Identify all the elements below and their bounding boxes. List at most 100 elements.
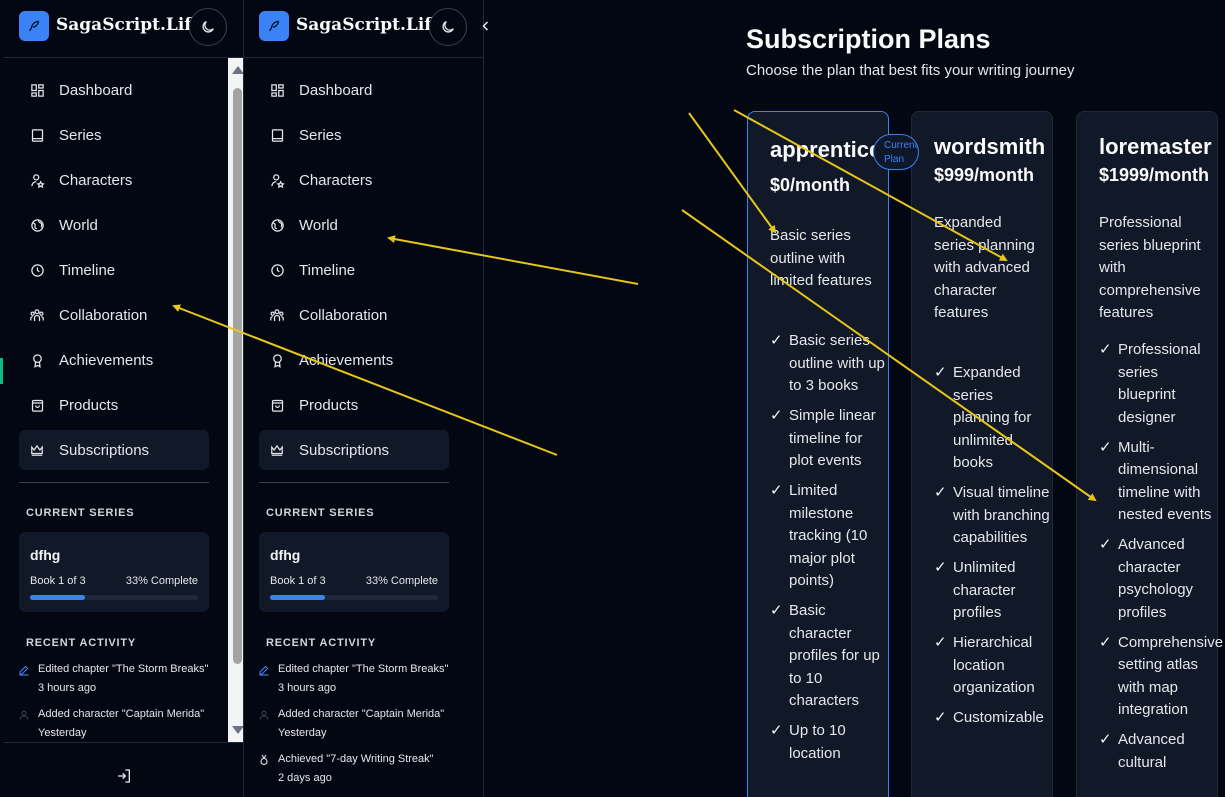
series-name: dfhg [30, 547, 61, 563]
sidebar-footer [4, 742, 243, 797]
check-icon: ✓ [934, 709, 947, 726]
sidebar-scrollbar[interactable] [228, 58, 243, 742]
current-series-heading: CURRENT SERIES [26, 507, 135, 519]
sidebar-item-characters[interactable]: Characters [19, 160, 209, 200]
recent-activity-heading: RECENT ACTIVITY [266, 637, 376, 649]
plan-feature: ✓ Advanced character psychology profiles [1099, 534, 1217, 624]
feather-icon [28, 20, 40, 32]
moon-icon [202, 21, 214, 33]
scrollbar-thumb[interactable] [233, 88, 242, 664]
sidebar-item-achievements[interactable]: Achievements [19, 340, 209, 380]
activity-text: Edited chapter "The Storm Breaks" [278, 663, 449, 675]
sidebar-item-series[interactable]: Series [259, 115, 449, 155]
sidebar-item-label: Collaboration [59, 306, 148, 324]
check-icon: ✓ [934, 364, 947, 381]
plan-feature-text: Simple linear timeline for plot events [789, 407, 876, 469]
check-icon: ✓ [1099, 438, 1112, 456]
plan-description: Basic series outline with limited featur… [770, 227, 872, 289]
shopping-bag-icon [29, 397, 45, 413]
current-series-card[interactable]: dfhg Book 1 of 3 33% Complete [259, 532, 449, 612]
check-icon: ✓ [770, 722, 783, 739]
activity-text: Edited chapter "The Storm Breaks" [38, 663, 209, 675]
activity-text: Added character "Captain Merida" [278, 708, 445, 720]
series-name: dfhg [270, 547, 301, 563]
check-icon: ✓ [770, 482, 783, 499]
plan-feature: ✓ Basic character profiles for up to 10 c… [770, 600, 888, 713]
plan-features: ✓ Professional series blueprint designer … [1099, 339, 1223, 782]
plan-price: $999/month [934, 165, 1035, 185]
series-progress-fill [270, 595, 326, 600]
logo[interactable] [259, 11, 289, 41]
sidebar-item-label: Timeline [59, 261, 116, 279]
globe-icon [29, 217, 45, 233]
sidebar-item-timeline[interactable]: Timeline [259, 250, 449, 290]
plan-feature: ✓ Limited milestone tracking (10 major pl… [770, 480, 888, 593]
sidebar-item-label: Timeline [299, 261, 356, 279]
current-plan-badge: Current Plan [873, 134, 919, 170]
sidebar-item-label: Series [299, 126, 342, 144]
sidebar-item-dashboard[interactable]: Dashboard [259, 70, 449, 110]
sidebar-item-timeline[interactable]: Timeline [19, 250, 209, 290]
logo[interactable] [19, 11, 49, 41]
dashboard-icon [29, 82, 45, 98]
plan-price: $1999/month [1099, 165, 1210, 185]
sidebar-divider [19, 482, 209, 483]
sidebar-item-label: World [299, 216, 338, 234]
plan-card-wordsmith[interactable]: wordsmith $999/month Expanded series pla… [911, 111, 1053, 797]
plan-description: Professional series blueprint with compr… [1099, 214, 1201, 321]
edge-marker [0, 358, 3, 384]
series-progress-fill [30, 595, 86, 600]
sidebar-item-collaboration[interactable]: Collaboration [19, 295, 209, 335]
activity-time: Yesterday [38, 727, 87, 739]
feather-icon [268, 20, 280, 32]
sidebar-item-dashboard[interactable]: Dashboard [19, 70, 209, 110]
sidebar-item-subscriptions[interactable]: Subscriptions [19, 430, 209, 470]
sidebar-item-products[interactable]: Products [259, 385, 449, 425]
plan-card-apprentice[interactable]: apprentice $0/month Basic series outline… [747, 111, 889, 797]
award-icon [29, 352, 45, 368]
book-icon [269, 127, 285, 143]
sidebar-left: SagaScript.Life Dashboard Series Charact… [4, 0, 244, 797]
collapse-sidebar-button[interactable] [478, 18, 494, 34]
activity-text: Added character "Captain Merida" [38, 708, 205, 720]
plan-price: $0/month [770, 175, 851, 195]
logout-icon[interactable] [116, 768, 132, 784]
sidebar-item-achievements[interactable]: Achievements [259, 340, 449, 380]
page-title: Subscription Plans [746, 24, 991, 54]
sidebar-item-series[interactable]: Series [19, 115, 209, 155]
theme-toggle-button[interactable] [429, 8, 467, 46]
check-icon: ✓ [1099, 731, 1112, 748]
brand-name[interactable]: SagaScript.Life [296, 15, 442, 35]
sidebar-item-world[interactable]: World [259, 205, 449, 245]
page-subtitle: Choose the plan that best fits your writ… [746, 62, 1075, 79]
sidebar-item-collaboration[interactable]: Collaboration [259, 295, 449, 335]
plan-feature-text: Hierarchical location organization [953, 634, 1035, 696]
sidebar-item-world[interactable]: World [19, 205, 209, 245]
plan-feature: ✓ Simple linear timeline for plot events [770, 405, 888, 473]
sidebar-item-label: Characters [59, 171, 133, 189]
brand-name[interactable]: SagaScript.Life [56, 15, 202, 35]
plan-feature-text: Multi-dimensional timeline with nested e… [1118, 438, 1212, 524]
sidebar-item-subscriptions[interactable]: Subscriptions [259, 430, 449, 470]
plan-feature-text: Basic series outline with up to 3 books [789, 332, 885, 394]
plan-card-loremaster[interactable]: loremaster $1999/month Professional seri… [1076, 111, 1223, 797]
sidebar-header: SagaScript.Life [244, 0, 483, 58]
plan-feature: ✓ Hierarchical location organization [934, 632, 1052, 700]
sidebar-item-label: Achievements [299, 351, 394, 369]
sidebar-item-label: Dashboard [59, 81, 133, 99]
theme-toggle-button[interactable] [189, 8, 227, 46]
current-series-card[interactable]: dfhg Book 1 of 3 33% Complete [19, 532, 209, 612]
plan-feature-text: Comprehensive setting atlas with map int… [1118, 633, 1224, 719]
sidebar-item-label: Characters [299, 171, 373, 189]
plan-feature-text: Advanced character psychology profiles [1118, 536, 1194, 621]
scroll-down-arrow-icon[interactable] [232, 726, 243, 734]
series-progress-text: 33% Complete [365, 575, 438, 587]
scroll-up-arrow-icon[interactable] [232, 66, 243, 74]
series-book: Book 1 of 3 [30, 575, 86, 587]
clock-icon [269, 262, 285, 278]
sidebar-item-label: Dashboard [299, 81, 373, 99]
sidebar-item-products[interactable]: Products [19, 385, 209, 425]
sidebar-item-characters[interactable]: Characters [259, 160, 449, 200]
clock-icon [29, 262, 45, 278]
sidebar-item-label: World [59, 216, 98, 234]
